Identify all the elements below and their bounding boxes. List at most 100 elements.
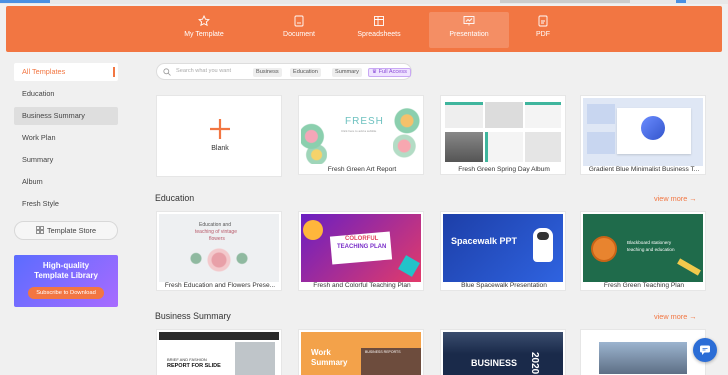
thumb-circle — [641, 116, 665, 140]
ruler-shape — [677, 258, 701, 276]
thumb-panel — [525, 102, 561, 128]
thumb-title: BUSINESS — [471, 358, 518, 368]
crown-icon: ♛ — [372, 69, 378, 75]
template-card[interactable]: COLORFUL TEACHING PLAN Fresh and Colorfu… — [298, 211, 424, 291]
plus-icon — [210, 119, 230, 139]
thumb-photo — [599, 342, 687, 374]
presentation-icon — [463, 16, 475, 26]
thumb-text: BUSINESS REPORTS — [365, 350, 401, 354]
view-more-business[interactable]: view more → — [654, 312, 697, 321]
template-thumbnail: Education and teaching of vintage flower… — [159, 214, 279, 282]
template-card[interactable]: Education and teaching of vintage flower… — [156, 211, 282, 291]
flower-right — [393, 104, 421, 160]
template-card[interactable]: BRIEF AND FASHION REPORT FOR SLIDE — [156, 329, 282, 375]
thumb-header — [159, 332, 279, 340]
template-caption: Fresh Education and Flowers Prese... — [164, 282, 276, 289]
template-card[interactable] — [580, 329, 706, 375]
view-more-label: view more — [654, 194, 688, 203]
view-more-label: view more — [654, 312, 688, 321]
full-access-badge[interactable]: ♛ Full Access — [368, 68, 411, 77]
template-thumbnail: Spacewalk PPT — [443, 214, 563, 282]
tab-document[interactable]: Document — [259, 12, 339, 48]
chat-button[interactable] — [693, 338, 717, 362]
template-card[interactable]: Spacewalk PPT Blue Spacewalk Presentatio… — [440, 211, 566, 291]
sidebar-item-fresh-style[interactable]: Fresh Style — [14, 195, 118, 213]
template-caption: Fresh Green Spring Day Album — [458, 166, 550, 173]
template-card[interactable]: Fresh Green Spring Day Album — [440, 95, 566, 175]
sidebar-item-album[interactable]: Album — [14, 173, 118, 191]
pdf-icon — [538, 15, 548, 27]
chip-education[interactable]: Education — [290, 68, 321, 77]
thumb-slide — [587, 104, 615, 124]
tab-spreadsheets[interactable]: Spreadsheets — [339, 12, 419, 48]
tab-label: PDF — [536, 31, 550, 38]
thumb-text: BRIEF AND FASHION — [167, 357, 207, 362]
template-caption: Fresh Green Art Report — [327, 166, 397, 173]
thumb-title: Spacewalk PPT — [451, 236, 518, 246]
template-thumbnail: Work Summary BUSINESS REPORTS — [301, 332, 421, 375]
view-more-education[interactable]: view more → — [654, 194, 697, 203]
template-card[interactable]: FRESH Click here to add a subtitle Fresh… — [298, 95, 424, 175]
sidebar-item-education[interactable]: Education — [14, 85, 118, 103]
chip-business[interactable]: Business — [253, 68, 282, 77]
section-title-business-summary: Business Summary — [155, 311, 231, 321]
category-topbar: My Template Document Spreadsheets Presen… — [6, 6, 722, 52]
blank-label: Blank — [211, 145, 229, 152]
thumb-photo — [443, 332, 563, 354]
template-card[interactable]: BUSINESS 2020 — [440, 329, 566, 375]
thumb-title: 2020 — [529, 352, 540, 375]
thumb-title: REPORT FOR SLIDE — [167, 363, 221, 369]
tab-label: My Template — [184, 31, 224, 38]
tab-pdf[interactable]: PDF — [503, 12, 583, 48]
promo-line-2: Template Library — [34, 271, 98, 280]
blank-template-card[interactable]: Blank — [156, 95, 282, 177]
spreadsheet-icon — [374, 16, 384, 26]
sidebar-item-all-templates[interactable]: All Templates — [14, 63, 118, 81]
flower-left — [301, 118, 327, 164]
tab-label: Document — [283, 31, 315, 38]
thumb-shape — [303, 220, 323, 240]
template-thumbnail: BRIEF AND FASHION REPORT FOR SLIDE — [159, 332, 279, 375]
template-caption: Fresh and Colorful Teaching Plan — [313, 282, 411, 289]
template-store-label: Template Store — [46, 226, 97, 235]
thumb-title: FRESH — [345, 116, 384, 127]
tab-my-template[interactable]: My Template — [164, 12, 244, 48]
template-card[interactable]: Work Summary BUSINESS REPORTS — [298, 329, 424, 375]
thumb-photo — [235, 342, 275, 375]
search-bar[interactable]: Search what you want Business Education … — [156, 63, 412, 80]
template-thumbnail: COLORFUL TEACHING PLAN — [301, 214, 421, 282]
sidebar-item-work-plan[interactable]: Work Plan — [14, 129, 118, 147]
search-input[interactable]: Search what you want — [176, 68, 231, 74]
template-card[interactable]: Blackboard stationery teaching and educa… — [580, 211, 706, 291]
full-access-label: Full Access — [378, 69, 407, 75]
arrow-right-icon: → — [689, 312, 697, 321]
subscribe-button[interactable]: Subscribe to Download — [28, 287, 104, 299]
section-title-education: Education — [155, 193, 195, 203]
thumb-text: Blackboard stationery — [627, 240, 672, 245]
browser-strip — [0, 0, 728, 4]
template-caption: Blue Spacewalk Presentation — [461, 282, 547, 289]
thumb-title: TEACHING PLAN — [337, 244, 387, 250]
sidebar — [0, 55, 130, 375]
chip-summary[interactable]: Summary — [332, 68, 362, 77]
chat-icon — [700, 345, 710, 355]
thumb-panel — [445, 102, 483, 128]
flower-wreath — [173, 244, 265, 276]
thumb-shape — [398, 255, 420, 277]
template-store-button[interactable]: Template Store — [14, 221, 118, 240]
thumb-panel — [485, 132, 523, 162]
astronaut-visor — [537, 232, 549, 240]
document-icon — [294, 15, 304, 27]
star-icon — [198, 15, 210, 27]
template-thumbnail: BUSINESS 2020 — [443, 332, 563, 375]
thumb-text: Education and — [199, 222, 231, 228]
thumb-text: teaching and education — [627, 247, 675, 252]
template-caption: Fresh Green Teaching Plan — [603, 282, 685, 289]
tab-presentation[interactable]: Presentation — [429, 12, 509, 48]
sidebar-item-business-summary[interactable]: Business Summary — [14, 107, 118, 125]
template-card[interactable]: Gradient Blue Minimalist Business T... — [580, 95, 706, 175]
promo-banner[interactable]: High-quality Template Library Subscribe … — [14, 255, 118, 307]
sidebar-item-summary[interactable]: Summary — [14, 151, 118, 169]
arrow-right-icon: → — [689, 194, 697, 203]
thumb-text: teaching of vintage — [195, 229, 237, 235]
